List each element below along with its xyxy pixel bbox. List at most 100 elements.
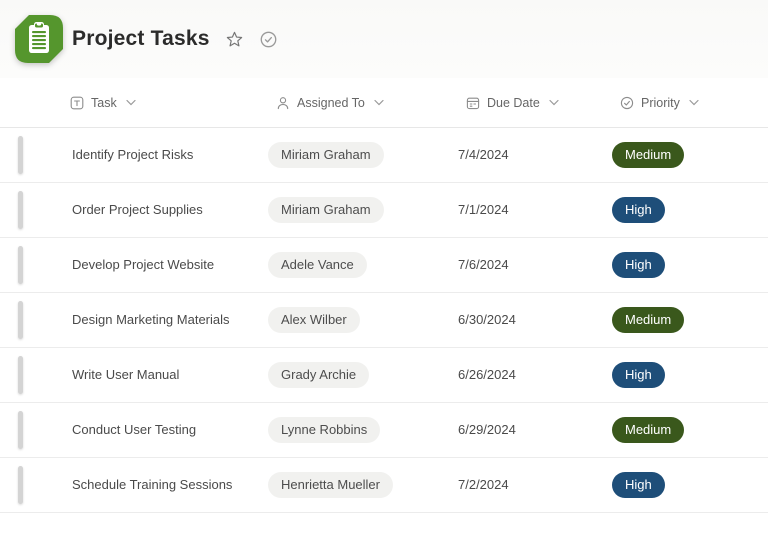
- assigned-to-cell: Grady Archie: [268, 362, 458, 388]
- row-handle-cell: [0, 246, 72, 284]
- due-date: 7/4/2024: [458, 147, 509, 162]
- check-circle-icon[interactable]: [259, 30, 278, 49]
- row-handle-cell: [0, 191, 72, 229]
- table-row[interactable]: Write User Manual Grady Archie 6/26/2024…: [0, 348, 768, 403]
- list-header: Project Tasks: [0, 0, 768, 78]
- task-title[interactable]: Identify Project Risks: [72, 147, 193, 162]
- assigned-to-cell: Adele Vance: [268, 252, 458, 278]
- task-title[interactable]: Schedule Training Sessions: [72, 477, 232, 492]
- priority-badge[interactable]: Medium: [612, 417, 685, 443]
- due-date-cell: 6/29/2024: [458, 421, 612, 439]
- chevron-down-icon: [549, 99, 559, 106]
- table-row[interactable]: Design Marketing Materials Alex Wilber 6…: [0, 293, 768, 348]
- assigned-person-pill[interactable]: Grady Archie: [268, 362, 370, 388]
- due-date-cell: 7/4/2024: [458, 146, 612, 164]
- text-column-icon: [70, 96, 84, 110]
- table-row[interactable]: Schedule Training Sessions Henrietta Mue…: [0, 458, 768, 513]
- task-rows: Identify Project Risks Miriam Graham 7/4…: [0, 128, 768, 513]
- row-handle-cell: [0, 301, 72, 339]
- row-handle-cell: [0, 411, 72, 449]
- assigned-person-pill[interactable]: Lynne Robbins: [268, 417, 381, 443]
- task-title[interactable]: Conduct User Testing: [72, 422, 196, 437]
- task-cell: Design Marketing Materials: [72, 311, 268, 329]
- task-title[interactable]: Design Marketing Materials: [72, 312, 230, 327]
- page-title: Project Tasks: [72, 27, 210, 50]
- assigned-person-pill[interactable]: Miriam Graham: [268, 197, 384, 223]
- priority-badge[interactable]: High: [612, 472, 665, 498]
- chevron-down-icon: [374, 99, 384, 106]
- column-label: Due Date: [487, 95, 540, 110]
- row-drag-handle[interactable]: [18, 246, 23, 284]
- column-header-priority[interactable]: Priority: [612, 96, 768, 110]
- task-cell: Order Project Supplies: [72, 201, 268, 219]
- assigned-to-cell: Lynne Robbins: [268, 417, 458, 443]
- calendar-icon: [466, 96, 480, 110]
- column-label: Assigned To: [297, 95, 365, 110]
- task-title[interactable]: Order Project Supplies: [72, 202, 203, 217]
- assigned-to-cell: Miriam Graham: [268, 142, 458, 168]
- due-date: 6/30/2024: [458, 312, 516, 327]
- priority-badge[interactable]: High: [612, 197, 665, 223]
- assigned-person-pill[interactable]: Adele Vance: [268, 252, 367, 278]
- priority-cell: High: [612, 252, 768, 278]
- due-date: 7/6/2024: [458, 257, 509, 272]
- due-date-cell: 7/1/2024: [458, 201, 612, 219]
- priority-badge[interactable]: High: [612, 252, 665, 278]
- project-tasks-list-page: Project Tasks Task Assigned To Due Date …: [0, 0, 768, 536]
- star-icon[interactable]: [225, 30, 244, 49]
- due-date-cell: 7/2/2024: [458, 476, 612, 494]
- priority-cell: Medium: [612, 417, 768, 443]
- row-handle-cell: [0, 356, 72, 394]
- priority-badge[interactable]: Medium: [612, 142, 685, 168]
- table-row[interactable]: Conduct User Testing Lynne Robbins 6/29/…: [0, 403, 768, 458]
- priority-badge[interactable]: High: [612, 362, 665, 388]
- priority-cell: High: [612, 362, 768, 388]
- table-row[interactable]: Identify Project Risks Miriam Graham 7/4…: [0, 128, 768, 183]
- row-drag-handle[interactable]: [18, 191, 23, 229]
- task-cell: Identify Project Risks: [72, 146, 268, 164]
- table-row[interactable]: Order Project Supplies Miriam Graham 7/1…: [0, 183, 768, 238]
- column-label: Priority: [641, 95, 680, 110]
- due-date: 7/1/2024: [458, 202, 509, 217]
- person-icon: [276, 96, 290, 110]
- due-date: 6/26/2024: [458, 367, 516, 382]
- task-cell: Develop Project Website: [72, 256, 268, 274]
- column-header-task[interactable]: Task: [70, 96, 268, 110]
- row-drag-handle[interactable]: [18, 466, 23, 504]
- chevron-down-icon: [126, 99, 136, 106]
- task-cell: Write User Manual: [72, 366, 268, 384]
- task-cell: Schedule Training Sessions: [72, 476, 268, 494]
- priority-badge[interactable]: Medium: [612, 307, 685, 333]
- due-date-cell: 6/30/2024: [458, 311, 612, 329]
- column-header-due-date[interactable]: Due Date: [458, 96, 612, 110]
- priority-cell: Medium: [612, 142, 768, 168]
- priority-cell: High: [612, 472, 768, 498]
- due-date-cell: 6/26/2024: [458, 366, 612, 384]
- row-drag-handle[interactable]: [18, 411, 23, 449]
- column-label: Task: [91, 95, 117, 110]
- assigned-to-cell: Miriam Graham: [268, 197, 458, 223]
- task-title[interactable]: Develop Project Website: [72, 257, 214, 272]
- column-header-assigned-to[interactable]: Assigned To: [268, 96, 458, 110]
- check-circle-icon: [620, 96, 634, 110]
- assigned-person-pill[interactable]: Alex Wilber: [268, 307, 360, 333]
- assigned-person-pill[interactable]: Miriam Graham: [268, 142, 384, 168]
- table-row[interactable]: Develop Project Website Adele Vance 7/6/…: [0, 238, 768, 293]
- clipboard-list-icon: [14, 14, 64, 64]
- assigned-to-cell: Alex Wilber: [268, 307, 458, 333]
- assigned-person-pill[interactable]: Henrietta Mueller: [268, 472, 393, 498]
- column-headers: Task Assigned To Due Date Priority: [0, 78, 768, 128]
- row-handle-cell: [0, 136, 72, 174]
- priority-cell: High: [612, 197, 768, 223]
- task-cell: Conduct User Testing: [72, 421, 268, 439]
- assigned-to-cell: Henrietta Mueller: [268, 472, 458, 498]
- task-title[interactable]: Write User Manual: [72, 367, 179, 382]
- row-drag-handle[interactable]: [18, 136, 23, 174]
- row-drag-handle[interactable]: [18, 356, 23, 394]
- due-date: 6/29/2024: [458, 422, 516, 437]
- priority-cell: Medium: [612, 307, 768, 333]
- due-date: 7/2/2024: [458, 477, 509, 492]
- row-drag-handle[interactable]: [18, 301, 23, 339]
- row-handle-cell: [0, 466, 72, 504]
- chevron-down-icon: [689, 99, 699, 106]
